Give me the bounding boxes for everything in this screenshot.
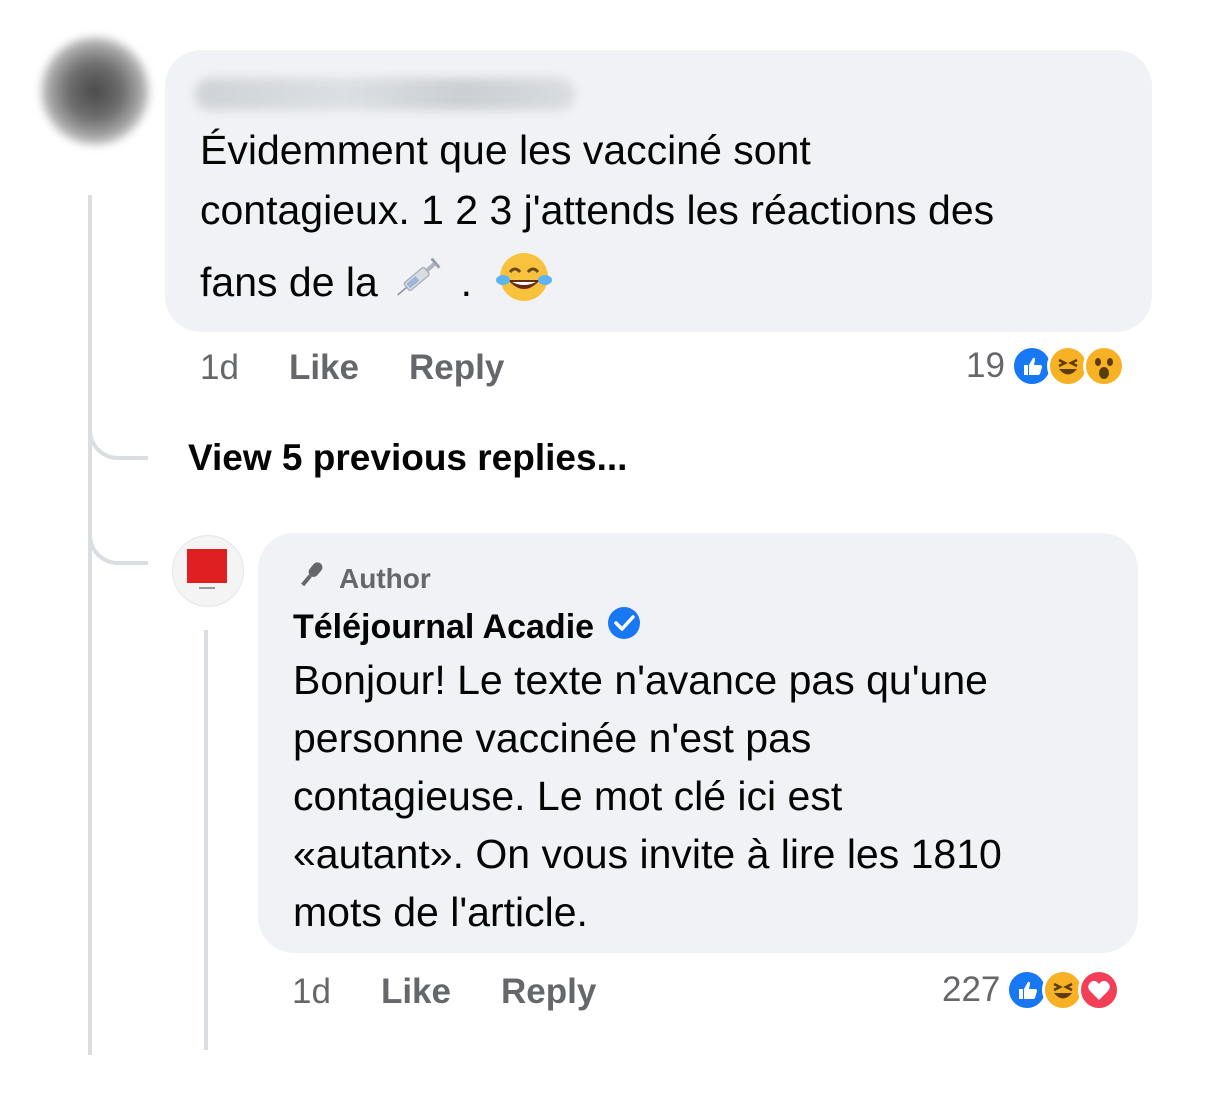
commenter-name-redacted[interactable] xyxy=(195,78,575,110)
reply-line-3: contagieuse. Le mot clé ici est xyxy=(293,773,843,819)
reply-line-2: personne vaccinée n'est pas xyxy=(293,715,812,761)
comment-line-3: fans de la . xyxy=(200,250,1140,320)
comment-period: . xyxy=(460,258,473,305)
comment-bubble: Évidemment que les vacciné sont contagie… xyxy=(165,50,1152,332)
reply-author: Téléjournal Acadie xyxy=(293,605,642,650)
comment-like-button[interactable]: Like xyxy=(289,348,359,388)
comment-line-3-text: fans de la xyxy=(200,258,378,305)
thread-line-reply xyxy=(204,630,208,1050)
logo-caption-line xyxy=(199,587,215,589)
verified-badge-icon xyxy=(606,605,642,650)
thread-branch-1 xyxy=(88,400,148,460)
wow-reaction-icon xyxy=(1082,345,1125,387)
reply-reactions[interactable]: 227 xyxy=(942,969,1121,1011)
thread-line-main xyxy=(88,195,92,1055)
comment-reply-button[interactable]: Reply xyxy=(409,348,504,388)
telejournal-logo xyxy=(187,549,227,583)
comment-actions: 1d Like Reply xyxy=(200,348,504,388)
comment-text: Évidemment que les vacciné sont contagie… xyxy=(200,120,1140,320)
view-previous-replies-link[interactable]: View 5 previous replies... xyxy=(188,437,627,479)
reply-line-1: Bonjour! Le texte n'avance pas qu'une xyxy=(293,657,988,703)
thread-branch-2 xyxy=(88,505,148,565)
syringe-icon xyxy=(389,254,449,316)
reply-timestamp[interactable]: 1d xyxy=(292,972,331,1012)
reply-actions: 1d Like Reply xyxy=(292,972,596,1012)
page-avatar[interactable] xyxy=(172,535,244,607)
microphone-icon xyxy=(293,559,329,598)
reply-line-5: mots de l'article. xyxy=(293,889,588,935)
comment-line-1: Évidemment que les vacciné sont xyxy=(200,127,811,173)
reply-reply-button[interactable]: Reply xyxy=(501,972,596,1012)
author-badge: Author xyxy=(293,559,431,598)
love-reaction-icon xyxy=(1078,969,1121,1011)
commenter-avatar[interactable] xyxy=(40,36,150,146)
author-badge-label: Author xyxy=(339,562,431,594)
comment-timestamp[interactable]: 1d xyxy=(200,348,239,388)
reply-text: Bonjour! Le texte n'avance pas qu'une pe… xyxy=(293,651,1123,941)
reply-bubble: Author Téléjournal Acadie Bonjour! Le te… xyxy=(258,533,1138,953)
reply-line-4: «autant». On vous invite à lire les 1810 xyxy=(293,831,1002,877)
reply-like-button[interactable]: Like xyxy=(381,972,451,1012)
reply-author-name[interactable]: Téléjournal Acadie xyxy=(293,608,594,647)
reply-reaction-count: 227 xyxy=(942,970,1001,1009)
comment-reactions[interactable]: 19 xyxy=(966,345,1125,387)
comment-line-2: contagieux. 1 2 3 j'attends les réaction… xyxy=(200,187,995,233)
comment-reaction-count: 19 xyxy=(966,346,1005,385)
laughing-tears-icon xyxy=(495,250,553,320)
